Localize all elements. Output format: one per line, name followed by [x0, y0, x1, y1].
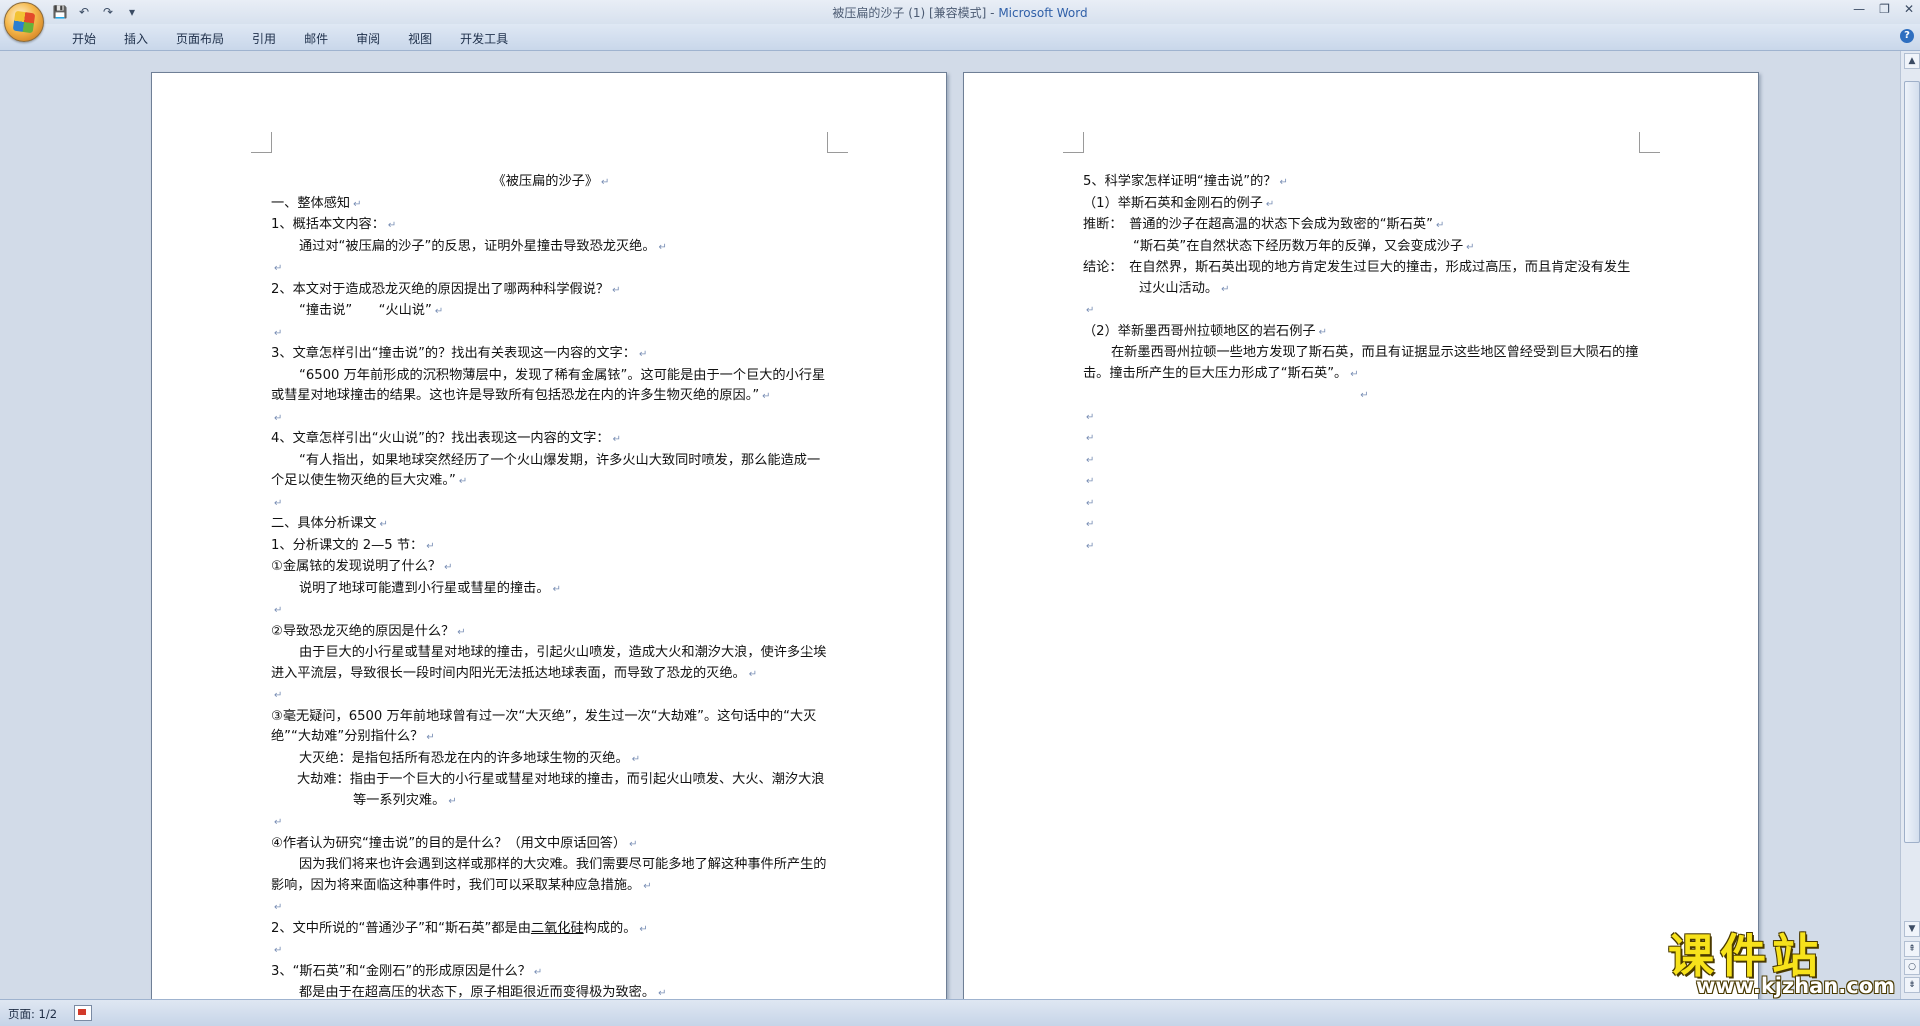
document-page-2[interactable]: 5、科学家怎样证明“撞击说”的？ ↵ （1）举斯石英和金刚石的例子 ↵ 推断： 普通…	[963, 72, 1759, 999]
scroll-up-icon[interactable]: ▲	[1904, 53, 1920, 69]
app-name: Microsoft Word	[998, 6, 1088, 20]
paragraph: 因为我们将来也许会遇到这样或那样的大灾难。我们需要尽可能多地了解这种事件所产生的…	[271, 857, 827, 893]
paragraph: “撞击说” “火山说” ↵	[299, 303, 444, 318]
paragraph: 5、科学家怎样证明“撞击说”的？ ↵	[1083, 174, 1288, 189]
next-page-icon[interactable]: ⇟	[1904, 977, 1920, 993]
paragraph: 在新墨西哥州拉顿一些地方发现了斯石英，而且有证据显示这些地区曾经受到巨大陨石的撞…	[1083, 345, 1639, 381]
document-page-1[interactable]: 《被压扁的沙子》 ↵ 一、整体感知 ↵ 1、概括本文内容： ↵ 通过对“被压扁的沙子”…	[151, 72, 947, 999]
empty-paragraph: ↵	[1086, 476, 1095, 487]
empty-paragraph: ↵	[1086, 497, 1095, 509]
status-bar: 页面: 1/2	[0, 999, 1920, 1026]
paragraph: 说明了地球可能遭到小行星或彗星的撞击。 ↵	[299, 580, 561, 596]
paragraph: 大劫难：指由于一个巨大的小行星或彗星对地球的撞击，而引起火山喷发、大火、潮汐大浪…	[297, 772, 825, 808]
paragraph: 推断： 普通的沙子在超高温的状态下会成为致密的“斯石英” ↵	[1083, 217, 1445, 232]
paragraph: 通过对“被压扁的沙子”的反思，证明外星撞击导致恐龙灭绝。 ↵	[299, 238, 667, 254]
paragraph: 1、分析课文的 2—5 节： ↵	[271, 537, 435, 553]
document-name: 被压扁的沙子 (1) [兼容模式] -	[832, 6, 999, 20]
close-icon[interactable]: ✕	[1904, 2, 1914, 16]
office-logo-icon	[12, 10, 36, 34]
watermark-logo: 课件站 www.kjzhan.com	[1668, 920, 1898, 1000]
tab-home[interactable]: 开始	[58, 30, 110, 47]
previous-page-icon[interactable]: ⇞	[1904, 941, 1920, 957]
paragraph: 都是由于在超高压的状态下，原子相距很近而变得极为致密。 ↵	[299, 985, 667, 999]
tab-references[interactable]: 引用	[238, 30, 290, 47]
ribbon-tabs: 开始 插入 页面布局 引用 邮件 审阅 视图 开发工具	[58, 30, 522, 47]
crop-mark	[1639, 132, 1660, 153]
empty-paragraph: ↵	[274, 263, 283, 274]
paragraph: （2）举新墨西哥州拉顿地区的岩石例子 ↵	[1083, 323, 1327, 339]
empty-paragraph: ↵	[1086, 519, 1095, 530]
office-button[interactable]	[4, 2, 44, 42]
proofing-errors-icon[interactable]	[74, 1005, 92, 1021]
document-area: 《被压扁的沙子》 ↵ 一、整体感知 ↵ 1、概括本文内容： ↵ 通过对“被压扁的沙子”…	[0, 51, 1900, 999]
empty-paragraph: ↵	[274, 327, 283, 339]
page-2-text: 5、科学家怎样证明“撞击说”的？ ↵ （1）举斯石英和金刚石的例子 ↵ 推断： 普通…	[1083, 172, 1643, 557]
empty-paragraph: ↵	[1360, 390, 1369, 401]
window-controls: — ❐ ✕	[1853, 2, 1914, 16]
window-title: 被压扁的沙子 (1) [兼容模式] - Microsoft Word	[0, 4, 1920, 21]
paragraph: ①金属铱的发现说明了什么？ ↵	[271, 559, 453, 574]
empty-paragraph: ↵	[1086, 540, 1095, 552]
paragraph: ④作者认为研究“撞击说”的目的是什么？（用文中原话回答） ↵	[271, 835, 638, 851]
section-heading: 二、具体分析课文 ↵	[271, 516, 388, 531]
maximize-icon[interactable]: ❐	[1879, 2, 1890, 16]
empty-paragraph: ↵	[1086, 411, 1095, 423]
tab-view[interactable]: 视图	[394, 30, 446, 47]
empty-paragraph: ↵	[1086, 454, 1095, 466]
paragraph: 一、整体感知 ↵	[271, 195, 362, 211]
page-indicator[interactable]: 页面: 1/2	[8, 1006, 57, 1022]
paragraph: 1、概括本文内容： ↵	[271, 217, 397, 232]
vertical-scrollbar[interactable]: ▲ ▼ ⇞ ○ ⇟	[1900, 51, 1920, 999]
crop-mark	[251, 132, 272, 153]
paragraph: “6500 万年前形成的沉积物薄层中，发现了稀有金属铱”。这可能是由于一个巨大的…	[271, 367, 826, 404]
minimize-icon[interactable]: —	[1853, 2, 1865, 16]
paragraph: （1）举斯石英和金刚石的例子 ↵	[1083, 195, 1275, 211]
underlined-term: 二氧化硅	[530, 920, 584, 936]
crop-mark	[827, 132, 848, 153]
watermark-url: www.kjzhan.com	[1696, 974, 1896, 998]
empty-paragraph: ↵	[274, 497, 283, 509]
paragraph: 4、文章怎样引出“火山说”的？找出表现这一内容的文字： ↵	[271, 431, 621, 446]
paragraph: ②导致恐龙灭绝的原因是什么？ ↵	[271, 623, 466, 639]
paragraph: 2、文中所说的“普通沙子”和“斯石英”都是由二氧化硅构成的。 ↵	[271, 920, 648, 936]
paragraph: ③毫无疑问，6500 万年前地球曾有过一次“大灭绝”，发生过一次“大劫难”。这句…	[271, 708, 817, 745]
document-title: 《被压扁的沙子》 ↵	[492, 174, 610, 189]
tab-developer[interactable]: 开发工具	[446, 30, 522, 47]
paragraph: 3、“斯石英”和“金刚石”的形成原因是什么？ ↵	[271, 963, 543, 979]
empty-paragraph: ↵	[274, 945, 283, 956]
empty-paragraph: ↵	[1086, 305, 1095, 316]
empty-paragraph: ↵	[274, 902, 283, 913]
tab-mailings[interactable]: 邮件	[290, 30, 342, 47]
empty-paragraph: ↵	[274, 817, 283, 828]
page-1-text: 《被压扁的沙子》 ↵ 一、整体感知 ↵ 1、概括本文内容： ↵ 通过对“被压扁的沙子”…	[271, 172, 831, 999]
paragraph: 2、本文对于造成恐龙灭绝的原因提出了哪两种科学假说？ ↵	[271, 281, 621, 297]
paragraph: “有人指出，如果地球突然经历了一个火山爆发期，许多火山大致同时喷发，那么能造成一…	[271, 452, 821, 489]
title-bar: 💾 ↶ ↷ ▾ 被压扁的沙子 (1) [兼容模式] - Microsoft Wo…	[0, 0, 1920, 42]
ribbon: 开始 插入 页面布局 引用 邮件 审阅 视图 开发工具 ?	[0, 24, 1920, 51]
crop-mark	[1063, 132, 1084, 153]
paragraph: 结论： 在自然界，斯石英出现的地方肯定发生过巨大的撞击，形成过高压，而且肯定没有…	[1083, 260, 1631, 296]
empty-paragraph: ↵	[274, 605, 283, 616]
scroll-down-icon[interactable]: ▼	[1904, 921, 1920, 937]
paragraph: 由于巨大的小行星或彗星对地球的撞击，引起火山喷发，造成大火和潮汐大浪，使许多尘埃…	[271, 645, 827, 681]
scroll-thumb[interactable]	[1904, 81, 1920, 843]
empty-paragraph: ↵	[274, 412, 283, 424]
tab-page-layout[interactable]: 页面布局	[162, 30, 238, 47]
help-icon[interactable]: ?	[1900, 29, 1914, 43]
select-browse-object-icon[interactable]: ○	[1904, 959, 1920, 975]
tab-review[interactable]: 审阅	[342, 30, 394, 47]
paragraph: 大灭绝：是指包括所有恐龙在内的许多地球生物的灭绝。 ↵	[299, 750, 641, 766]
empty-paragraph: ↵	[1086, 433, 1095, 444]
paragraph: “斯石英”在自然状态下经历数万年的反弹，又会变成沙子 ↵	[1133, 238, 1475, 254]
tab-insert[interactable]: 插入	[110, 30, 162, 47]
empty-paragraph: ↵	[274, 690, 283, 701]
paragraph: 3、文章怎样引出“撞击说”的？找出有关表现这一内容的文字： ↵	[271, 346, 648, 361]
